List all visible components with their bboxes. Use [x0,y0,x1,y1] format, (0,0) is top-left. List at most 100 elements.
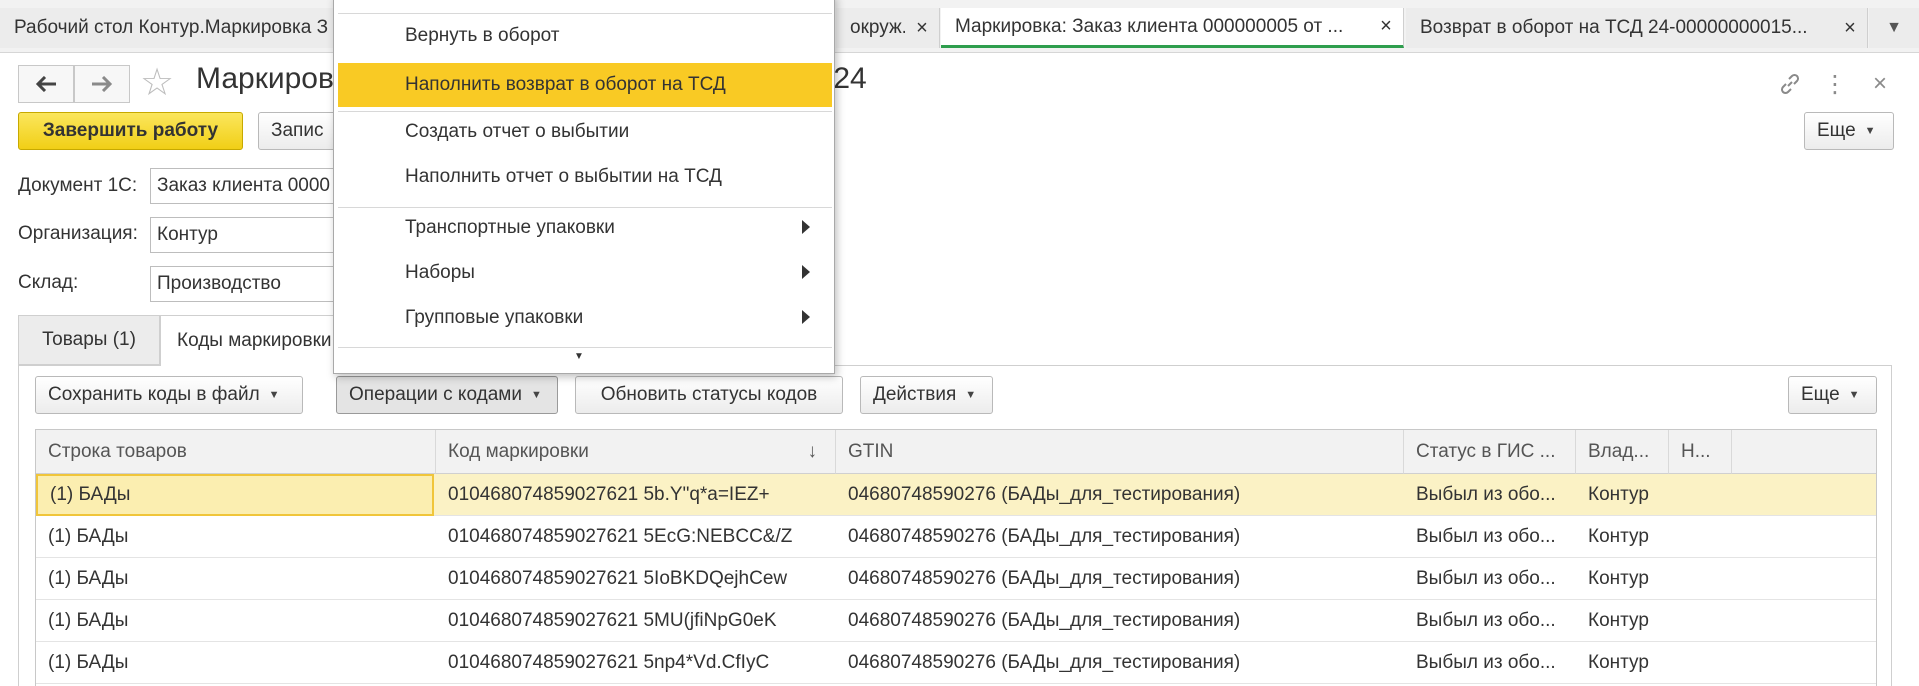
chevron-down-icon: ▼ [965,389,977,401]
organization-field[interactable]: Контур [150,217,340,253]
cell-marking-code[interactable]: 010468074859027621 5EcG:NEBCC&/Z [436,516,836,558]
submenu-arrow-icon [802,310,810,324]
tab-goods[interactable]: Товары (1) [18,315,160,365]
column-header-owner[interactable]: Влад... [1576,430,1669,474]
column-header-marking-code[interactable]: Код маркировки ↓ [436,430,836,474]
tab-list-dropdown-icon[interactable]: ▼ [1869,8,1919,48]
more-vertical-icon[interactable]: ⋮ [1817,66,1853,102]
cell-gis-status[interactable]: Выбыл из обо... [1404,516,1576,558]
refresh-statuses-button[interactable]: Обновить статусы кодов [575,376,843,414]
tab-marking-codes[interactable]: Коды маркировки [160,315,340,366]
menu-scroll-down-icon[interactable]: ▼ [574,351,584,362]
menu-item-fill-return-tsd[interactable]: Наполнить возврат в оборот на ТСД [338,63,832,107]
column-header-goods-line[interactable]: Строка товаров [36,430,436,474]
menu-item-group-packages[interactable]: Групповые упаковки [338,296,832,340]
warehouse-label: Склад: [18,272,79,293]
table-row[interactable]: (1) БАДы 010468074859027621 5b.Y"q*a=IEZ… [36,474,1876,516]
codes-more-label: Еще [1801,384,1840,405]
cell-owner[interactable]: Контур [1576,642,1669,684]
link-icon[interactable] [1772,66,1808,102]
menu-item-label: Наборы [405,262,475,283]
cell-goods-line[interactable]: (1) БАДы [36,516,436,558]
cell-marking-code[interactable]: 010468074859027621 5MU(jfiNpG0eK [436,600,836,642]
menu-item-fill-disposal-report-tsd[interactable]: Наполнить отчет о выбытии на ТСД [338,155,832,199]
chain-link-icon [1780,73,1800,95]
codes-more-button[interactable]: Еще ▼ [1788,376,1877,414]
finish-work-button[interactable]: Завершить работу [18,112,243,150]
chevron-down-icon: ▼ [1864,125,1876,137]
window-tab-strip: Рабочий стол Контур.Маркировка З окруж..… [0,0,1919,53]
column-header-n[interactable]: Н... [1669,430,1732,474]
menu-item-return-to-circulation[interactable]: Вернуть в оборот [338,14,832,58]
cell-owner[interactable]: Контур [1576,474,1669,516]
column-header-gtin[interactable]: GTIN [836,430,1404,474]
cell-goods-line[interactable]: (1) БАДы [36,474,434,516]
cell-goods-line[interactable]: (1) БАДы [36,558,436,600]
submenu-arrow-icon [802,220,810,234]
column-header-gis-status[interactable]: Статус в ГИС ... [1404,430,1576,474]
cell-owner[interactable]: Контур [1576,516,1669,558]
cell-gis-status[interactable]: Выбыл из обо... [1404,474,1576,516]
menu-item-label: Групповые упаковки [405,307,584,328]
code-operations-button[interactable]: Операции с кодами ▼ [336,376,558,414]
cell-marking-code[interactable]: 010468074859027621 5IoBKDQejhCew [436,558,836,600]
actions-button[interactable]: Действия ▼ [860,376,993,414]
column-header-empty [1732,430,1876,474]
close-icon[interactable]: × [905,17,939,40]
close-icon[interactable]: × [1369,15,1403,38]
favorite-star-icon[interactable]: ☆ [140,64,174,102]
tab-label: Рабочий стол Контур.Маркировка З [14,17,329,38]
cell-owner[interactable]: Контур [1576,558,1669,600]
cell-n[interactable] [1669,558,1732,600]
code-operations-menu: Вернуть в оборот Наполнить возврат в обо… [333,0,835,374]
forward-button[interactable] [74,65,130,103]
cell-gis-status[interactable]: Выбыл из обо... [1404,558,1576,600]
table-row[interactable]: (1) БАДы 010468074859027621 5EcG:NEBCC&/… [36,516,1876,558]
cell-n[interactable] [1669,642,1732,684]
save-codes-button[interactable]: Сохранить коды в файл ▼ [35,376,303,414]
column-header-label: Код маркировки [448,440,589,462]
warehouse-field[interactable]: Производство [150,266,340,302]
table-row[interactable]: (1) БАДы 010468074859027621 5np4*Vd.CfIy… [36,642,1876,684]
cell-owner[interactable]: Контур [1576,600,1669,642]
code-operations-label: Операции с кодами [349,384,522,405]
tab-desktop[interactable]: Рабочий стол Контур.Маркировка З [0,8,336,48]
chevron-down-icon: ▼ [530,389,542,401]
more-button[interactable]: Еще ▼ [1804,112,1894,150]
page-title: Маркировк [196,62,348,95]
close-icon[interactable]: × [1862,66,1898,102]
cell-gtin[interactable]: 04680748590276 (БАДы_для_тестирования) [836,474,1404,516]
cell-gis-status[interactable]: Выбыл из обо... [1404,642,1576,684]
tab-label: окруж... [850,17,905,38]
tab-label: Возврат в оборот на ТСД 24-00000000015..… [1420,17,1808,38]
table-row[interactable]: (1) БАДы 010468074859027621 5MU(jfiNpG0e… [36,600,1876,642]
cell-gtin[interactable]: 04680748590276 (БАДы_для_тестирования) [836,600,1404,642]
cell-n[interactable] [1669,600,1732,642]
cell-n[interactable] [1669,516,1732,558]
back-button[interactable] [18,65,74,103]
tab-environment[interactable]: окруж... × [836,8,940,48]
close-icon[interactable]: × [1833,17,1867,40]
tab-return-tsd[interactable]: Возврат в оборот на ТСД 24-00000000015..… [1406,8,1868,48]
chevron-down-icon: ▼ [1848,389,1860,401]
menu-item-create-disposal-report[interactable]: Создать отчет о выбытии [338,110,832,154]
tab-marking-order[interactable]: Маркировка: Заказ клиента 000000005 от .… [941,8,1404,48]
sort-descending-icon: ↓ [807,440,818,462]
chevron-down-icon: ▼ [268,389,280,401]
cell-marking-code[interactable]: 010468074859027621 5b.Y"q*a=IEZ+ [436,474,836,516]
cell-goods-line[interactable]: (1) БАДы [36,642,436,684]
codes-table[interactable]: Строка товаров Код маркировки ↓ GTIN Ста… [35,429,1877,686]
cell-marking-code[interactable]: 010468074859027621 5np4*Vd.CfIyC [436,642,836,684]
cell-gtin[interactable]: 04680748590276 (БАДы_для_тестирования) [836,516,1404,558]
cell-gtin[interactable]: 04680748590276 (БАДы_для_тестирования) [836,558,1404,600]
cell-gis-status[interactable]: Выбыл из обо... [1404,600,1576,642]
cell-goods-line[interactable]: (1) БАДы [36,600,436,642]
table-row[interactable]: (1) БАДы 010468074859027621 5IoBKDQejhCe… [36,558,1876,600]
actions-label: Действия [873,384,957,405]
menu-item-sets[interactable]: Наборы [338,251,832,295]
document-1c-field[interactable]: Заказ клиента 0000 [150,168,340,204]
menu-item-transport-packages[interactable]: Транспортные упаковки [338,206,832,250]
menu-separator [338,347,832,348]
cell-gtin[interactable]: 04680748590276 (БАДы_для_тестирования) [836,642,1404,684]
cell-n[interactable] [1669,474,1732,516]
